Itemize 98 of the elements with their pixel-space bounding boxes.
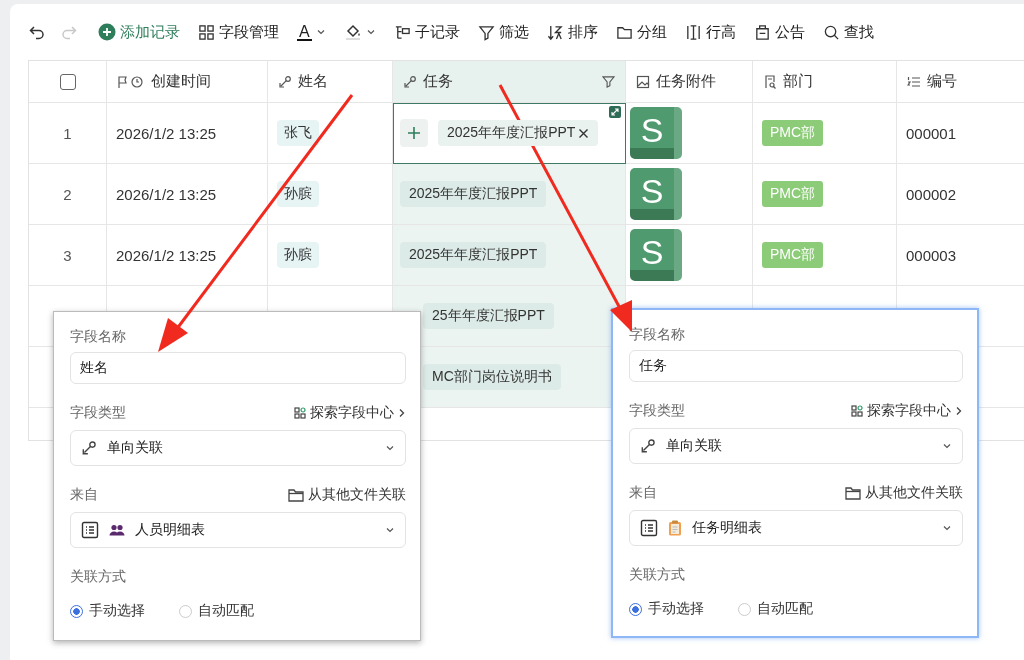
toolbar-button[interactable]: 子记录 xyxy=(387,18,466,46)
table-icon xyxy=(81,521,99,539)
caret-icon xyxy=(365,27,376,37)
link-icon xyxy=(278,74,292,89)
table-icon xyxy=(640,519,658,537)
undo-icon[interactable] xyxy=(28,23,46,41)
grid-icon xyxy=(851,405,863,417)
table-cell: 2026/1/2 13:25 xyxy=(116,185,217,203)
caret-icon xyxy=(942,523,952,533)
sub-record-icon xyxy=(393,23,411,41)
link-icon xyxy=(640,438,656,454)
radio-option[interactable]: 自动匹配 xyxy=(179,602,254,620)
explore-fields-link[interactable]: 探索字段中心 xyxy=(294,404,406,422)
table-cell: 000002 xyxy=(906,185,957,203)
column-header[interactable]: 部门 xyxy=(753,61,897,103)
image-icon xyxy=(636,74,650,89)
name-tag: 孙膑 xyxy=(277,181,319,207)
toolbar-button[interactable]: 查找 xyxy=(816,18,880,46)
caret-icon xyxy=(942,441,952,451)
field-name-input[interactable]: 姓名 xyxy=(70,352,406,384)
other-file-link[interactable]: 从其他文件关联 xyxy=(845,484,963,502)
folder-icon xyxy=(845,486,861,500)
name-tag: 张飞 xyxy=(277,120,319,146)
explore-fields-link[interactable]: 探索字段中心 xyxy=(851,402,963,420)
row-number: 1 xyxy=(63,124,72,142)
field-label: 关联方式 xyxy=(70,568,126,586)
row-height-icon xyxy=(684,23,702,41)
field-label: 来自 xyxy=(70,486,98,504)
chevron-icon xyxy=(398,408,406,418)
flag-and-clock-icon xyxy=(117,74,145,89)
field-type-select[interactable]: 单向关联 xyxy=(70,430,406,466)
document-search-icon xyxy=(763,74,777,89)
numbered-list-icon xyxy=(907,74,921,89)
paint-bucket-icon xyxy=(343,23,362,41)
active-cell[interactable]: 2025年年度汇报PPT xyxy=(393,103,626,164)
name-tag: 孙膑 xyxy=(277,242,319,268)
toolbar-button[interactable]: 分组 xyxy=(609,18,673,46)
plus-icon xyxy=(98,23,116,41)
field-label: 字段名称 xyxy=(70,328,126,346)
search-icon xyxy=(822,23,840,41)
clipboard-icon xyxy=(668,520,682,536)
task-tag: 25年年度汇报PPT xyxy=(423,303,554,329)
caret-icon xyxy=(385,525,395,535)
caret-icon xyxy=(315,27,326,37)
column-header[interactable]: 编号 xyxy=(897,61,1024,103)
toolbar-button[interactable]: 排序 xyxy=(540,18,604,46)
column-header[interactable]: 创建时间 xyxy=(107,61,268,103)
field-label: 字段类型 xyxy=(70,404,126,422)
folder-icon xyxy=(288,488,304,502)
text-color-button[interactable]: A xyxy=(291,19,332,45)
task-tag: 2025年年度汇报PPT xyxy=(400,242,547,268)
task-tag: 2025年年度汇报PPT xyxy=(438,120,599,146)
expand-icon[interactable] xyxy=(609,106,621,118)
toolbar-button[interactable]: 筛选 xyxy=(471,18,535,46)
row-number: 2 xyxy=(63,185,72,203)
toolbar-button[interactable]: 公告 xyxy=(747,18,811,46)
link-icon xyxy=(81,440,97,456)
notice-icon xyxy=(753,23,771,41)
department-tag: PMC部 xyxy=(762,120,824,146)
column-header[interactable]: 任务附件 xyxy=(626,61,753,103)
table-cell: 2026/1/2 13:25 xyxy=(116,124,217,142)
add-button[interactable] xyxy=(400,119,428,147)
select-all-checkbox[interactable] xyxy=(59,73,76,90)
department-tag: PMC部 xyxy=(762,181,824,207)
other-file-link[interactable]: 从其他文件关联 xyxy=(288,486,406,504)
table-cell: 2026/1/2 13:25 xyxy=(116,246,217,264)
column-header[interactable]: 任务 xyxy=(393,61,626,103)
filter-icon xyxy=(477,23,495,41)
toolbar-button[interactable]: 字段管理 xyxy=(192,18,285,46)
chevron-icon xyxy=(955,406,963,416)
field-label: 来自 xyxy=(629,484,657,502)
plus-icon xyxy=(407,126,421,140)
task-tag: MC部门岗位说明书 xyxy=(423,364,561,390)
filter-icon[interactable] xyxy=(602,75,615,88)
radio-option[interactable]: 自动匹配 xyxy=(738,600,813,618)
toolbar-button[interactable]: 行高 xyxy=(678,18,742,46)
field-label: 关联方式 xyxy=(629,566,685,584)
sort-icon xyxy=(546,23,564,41)
grid-icon xyxy=(198,23,215,41)
field-label: 字段类型 xyxy=(629,402,685,420)
caret-icon xyxy=(385,443,395,453)
field-name-input[interactable]: 任务 xyxy=(629,350,963,382)
radio-option[interactable]: 手动选择 xyxy=(629,600,704,618)
table-cell: 000003 xyxy=(906,246,957,264)
remove-icon[interactable] xyxy=(578,127,590,139)
grid-icon xyxy=(294,407,306,419)
radio-option[interactable]: 手动选择 xyxy=(70,602,145,620)
field-label: 字段名称 xyxy=(629,326,685,344)
source-table-select[interactable]: 任务明细表 xyxy=(629,510,963,546)
source-table-select[interactable]: 人员明细表 xyxy=(70,512,406,548)
link-icon xyxy=(403,74,417,89)
row-number: 3 xyxy=(63,246,72,264)
people-icon xyxy=(109,524,125,536)
table-cell: 000001 xyxy=(906,124,957,142)
add-record-button[interactable]: 添加记录 xyxy=(92,18,186,46)
department-tag: PMC部 xyxy=(762,242,824,268)
task-tag: 2025年年度汇报PPT xyxy=(400,181,547,207)
field-type-select[interactable]: 单向关联 xyxy=(629,428,963,464)
